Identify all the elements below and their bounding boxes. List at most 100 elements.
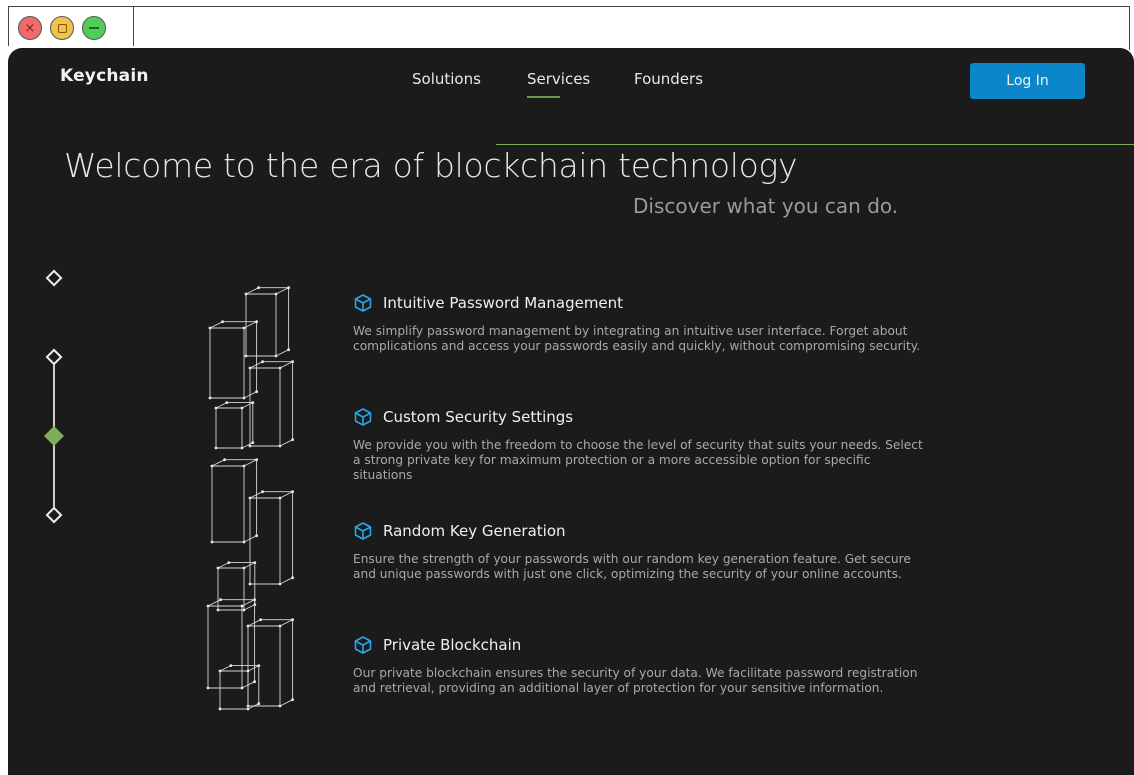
chain-edge bbox=[275, 287, 290, 357]
chain-node bbox=[244, 354, 248, 358]
chain-edge bbox=[245, 287, 290, 295]
chain-node bbox=[248, 496, 252, 500]
chain-node bbox=[248, 582, 252, 586]
chain-edge bbox=[241, 402, 254, 449]
chain-edge bbox=[219, 670, 249, 710]
chain-node bbox=[216, 608, 220, 612]
chain-node bbox=[291, 360, 294, 364]
chain-node bbox=[242, 464, 246, 468]
feature-description: We simplify password management by integ… bbox=[353, 324, 921, 353]
chain-edge bbox=[215, 407, 243, 449]
page-title: Welcome to the era of blockchain technol… bbox=[64, 146, 798, 185]
chain-node bbox=[208, 326, 212, 330]
chain-node bbox=[291, 618, 294, 622]
chain-node bbox=[251, 441, 255, 444]
chain-edge bbox=[211, 459, 258, 467]
feature-title: Intuitive Password Management bbox=[383, 294, 624, 312]
chain-node bbox=[227, 561, 231, 564]
page-subtitle: Discover what you can do. bbox=[633, 194, 899, 218]
chain-node bbox=[261, 490, 264, 494]
chain-node bbox=[206, 604, 210, 608]
chain-edge bbox=[219, 665, 260, 672]
feature-title: Random Key Generation bbox=[383, 522, 566, 540]
chain-node bbox=[218, 669, 222, 673]
chain-node bbox=[218, 707, 222, 711]
chain-node bbox=[242, 396, 246, 400]
chain-edge bbox=[209, 327, 245, 399]
chain-edge bbox=[217, 567, 245, 611]
blockchain-illustration bbox=[206, 286, 294, 711]
nav-founders[interactable]: Founders bbox=[634, 70, 703, 88]
chain-node bbox=[274, 292, 278, 296]
chain-node bbox=[278, 624, 282, 628]
chain-node bbox=[248, 366, 252, 370]
chain-node bbox=[257, 702, 261, 705]
feature-item: Intuitive Password Management We simplif… bbox=[353, 292, 933, 354]
close-icon: × bbox=[24, 20, 36, 36]
decorative-divider bbox=[496, 144, 1134, 145]
slider-step-4[interactable] bbox=[45, 506, 63, 524]
chain-node bbox=[291, 490, 294, 494]
feature-description: Ensure the strength of your passwords wi… bbox=[353, 552, 911, 581]
chain-node bbox=[248, 444, 252, 448]
chain-node bbox=[291, 438, 294, 442]
feature-title: Private Blockchain bbox=[383, 636, 522, 654]
chain-edge bbox=[279, 491, 294, 585]
chain-node bbox=[278, 496, 282, 500]
chain-node bbox=[214, 446, 218, 450]
chain-node bbox=[244, 292, 248, 296]
chain-node bbox=[278, 366, 282, 370]
nav-solutions[interactable]: Solutions bbox=[412, 70, 481, 88]
chain-edge bbox=[209, 321, 258, 329]
chain-node bbox=[214, 406, 218, 410]
chain-node bbox=[253, 561, 257, 564]
feature-description: We provide you with the freedom to choos… bbox=[353, 438, 923, 482]
chain-node bbox=[219, 598, 222, 602]
chain-node bbox=[240, 446, 244, 450]
chain-node bbox=[253, 598, 256, 602]
chain-node bbox=[255, 458, 258, 462]
chain-node bbox=[242, 566, 246, 570]
nav-services[interactable]: Services bbox=[527, 70, 590, 88]
chain-node bbox=[274, 354, 278, 358]
chain-edge bbox=[249, 367, 281, 447]
slider-step-2[interactable] bbox=[45, 348, 63, 366]
chain-node bbox=[242, 608, 246, 612]
chain-node bbox=[206, 686, 210, 690]
chain-edge bbox=[243, 562, 256, 611]
chain-edge bbox=[211, 465, 245, 543]
chain-node bbox=[287, 348, 290, 352]
chain-node bbox=[278, 704, 282, 708]
cube-icon bbox=[354, 408, 372, 426]
chain-node bbox=[255, 534, 258, 538]
maximize-window-button[interactable] bbox=[50, 16, 74, 40]
minus-icon bbox=[89, 27, 99, 29]
chain-node bbox=[240, 604, 244, 608]
slider-step-3[interactable] bbox=[44, 426, 64, 446]
chain-node bbox=[278, 444, 282, 448]
chain-node bbox=[229, 664, 233, 667]
chain-node bbox=[255, 390, 258, 394]
feature-item: Private Blockchain Our private blockchai… bbox=[353, 634, 933, 696]
chain-node bbox=[221, 320, 224, 324]
chain-edge bbox=[207, 599, 256, 607]
nav-active-indicator bbox=[527, 96, 560, 98]
minimize-window-button[interactable] bbox=[82, 16, 106, 40]
window-border-right bbox=[1129, 6, 1130, 50]
chain-edge bbox=[279, 361, 294, 447]
chain-edge bbox=[217, 562, 256, 569]
chain-node bbox=[240, 406, 244, 410]
slider-step-1[interactable] bbox=[45, 269, 63, 287]
chain-edge bbox=[215, 402, 254, 409]
close-window-button[interactable]: × bbox=[18, 16, 42, 40]
feature-item: Random Key Generation Ensure the strengt… bbox=[353, 520, 933, 582]
chain-node bbox=[216, 566, 220, 570]
chain-node bbox=[287, 286, 290, 290]
login-button[interactable]: Log In bbox=[970, 63, 1085, 99]
chain-node bbox=[246, 707, 250, 711]
chain-node bbox=[253, 680, 256, 684]
chain-node bbox=[261, 360, 264, 364]
chain-node bbox=[246, 669, 250, 673]
chain-node bbox=[259, 618, 262, 622]
main-nav: Solutions Services Founders bbox=[8, 70, 1134, 100]
